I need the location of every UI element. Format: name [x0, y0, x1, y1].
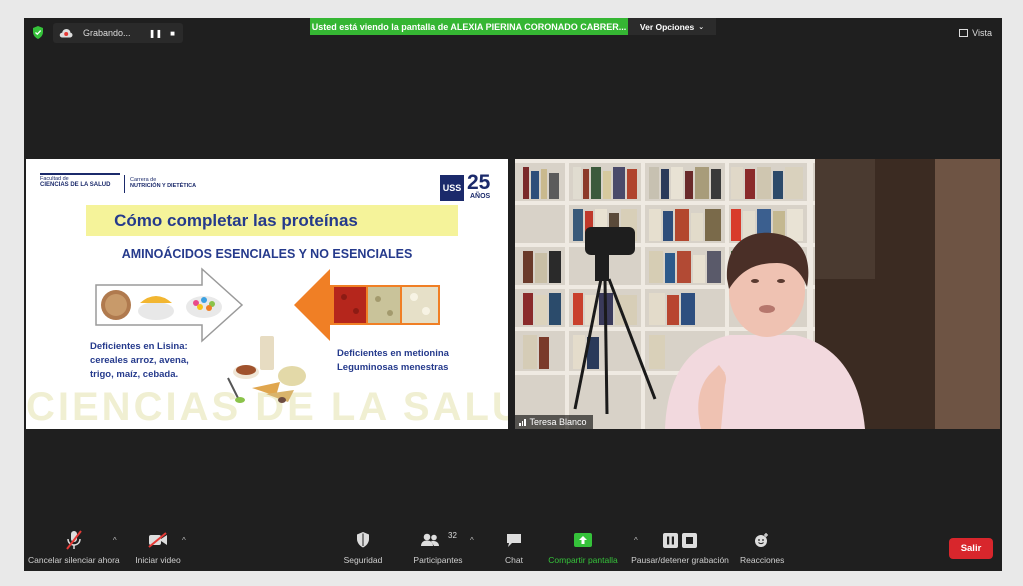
view-label: Vista	[972, 28, 992, 38]
view-options-button[interactable]: Ver Opciones ⌄	[628, 18, 716, 35]
reactions-button[interactable]: Reacciones	[740, 529, 784, 565]
cloud-record-icon	[59, 29, 73, 38]
video-frame-image	[515, 159, 1000, 429]
methionine-line-1: Deficientes en metionina	[337, 348, 449, 359]
chevron-down-icon: ⌄	[698, 23, 705, 31]
video-options-caret[interactable]: ^	[182, 536, 186, 545]
methionine-deficient-text: Deficientes en metionina Leguminosas men…	[337, 347, 449, 375]
video-label: Iniciar video	[135, 555, 181, 565]
participants-button[interactable]: 32 ^ Participantes	[412, 529, 473, 565]
stop-icon	[682, 532, 697, 548]
security-shield-icon[interactable]	[32, 26, 44, 39]
share-screen-icon	[574, 533, 592, 547]
leave-meeting-button[interactable]: Salir	[949, 538, 993, 559]
faculty-label: Facultad de CIENCIAS DE LA SALUD	[40, 176, 110, 188]
methionine-line-2: Leguminosas menestras	[337, 362, 449, 373]
security-label: Seguridad	[343, 555, 383, 565]
shared-screen-slide: Facultad de CIENCIAS DE LA SALUD Carrera…	[26, 159, 508, 429]
mute-options-caret[interactable]: ^	[113, 536, 117, 545]
participants-label: Participantes	[413, 555, 463, 565]
participant-name: Teresa Blanco	[529, 417, 587, 427]
start-video-button[interactable]: ^ Iniciar video	[134, 529, 186, 565]
view-options-label: Ver Opciones	[639, 21, 695, 32]
pause-recording-icon[interactable]: ❚❚	[149, 29, 162, 38]
security-button[interactable]: Seguridad	[343, 529, 383, 565]
meeting-toolbar: ^ Cancelar silenciar ahora ^ Iniciar vid…	[24, 529, 1002, 571]
slide-title: Cómo completar las proteínas	[114, 210, 358, 230]
anniversary-years: AÑOS	[470, 193, 491, 200]
left-arrow-legumes	[294, 269, 440, 341]
career-label: Carrera de NUTRICIÓN Y DIETÉTICA	[130, 177, 196, 189]
anniversary-number: 25	[467, 171, 491, 194]
smiley-icon	[755, 533, 769, 547]
chat-button[interactable]: Chat	[502, 529, 526, 565]
chat-label: Chat	[505, 555, 523, 565]
recording-label: Grabando...	[83, 28, 131, 38]
share-label: Compartir pantalla	[548, 555, 618, 565]
view-button[interactable]: Vista	[959, 28, 992, 38]
participants-count: 32	[448, 531, 457, 540]
recording-controls-label: Pausar/detener grabación	[631, 555, 729, 565]
video-off-icon	[148, 532, 167, 548]
recording-indicator: Grabando... ❚❚ ■	[53, 23, 183, 43]
grid-view-icon	[959, 29, 969, 37]
mute-label: Cancelar silenciar ahora	[28, 555, 120, 565]
recording-controls-button[interactable]: Pausar/detener grabación	[630, 529, 730, 565]
lysine-line-2: cereales arroz, avena,	[90, 355, 189, 366]
participant-name-tag: Teresa Blanco	[515, 415, 593, 429]
lysine-deficient-text: Deficientes en Lisina: cereales arroz, a…	[90, 340, 189, 382]
microphone-muted-icon	[66, 530, 82, 550]
participants-options-caret[interactable]: ^	[470, 536, 474, 545]
share-screen-button[interactable]: ^ Compartir pantalla	[546, 529, 638, 565]
food-illustration	[227, 336, 306, 403]
signal-strength-icon	[519, 418, 526, 426]
right-arrow-cereals	[95, 267, 244, 343]
reactions-label: Reacciones	[740, 555, 785, 565]
career-name: NUTRICIÓN Y DIETÉTICA	[130, 183, 197, 189]
header-line	[40, 173, 120, 175]
lysine-line-3: trigo, maíz, cebada.	[90, 369, 179, 380]
lysine-line-1: Deficientes en Lisina:	[90, 341, 188, 352]
participant-video[interactable]: Teresa Blanco	[515, 159, 1000, 429]
slide-subtitle: AMINOÁCIDOS ESENCIALES Y NO ESENCIALES	[121, 247, 413, 261]
mute-button[interactable]: ^ Cancelar silenciar ahora	[28, 529, 120, 565]
stop-recording-icon[interactable]: ■	[170, 29, 175, 38]
shield-icon	[357, 532, 369, 548]
header-separator	[124, 175, 125, 193]
participants-icon	[421, 533, 439, 546]
university-logo: USS	[440, 175, 464, 201]
chat-icon	[507, 533, 521, 547]
zoom-meeting-window: Grabando... ❚❚ ■ Usted está viendo la pa…	[24, 18, 1002, 571]
screen-share-banner: Usted está viendo la pantalla de ALEXIA …	[310, 18, 628, 35]
pause-icon	[663, 532, 678, 548]
faculty-name: CIENCIAS DE LA SALUD	[40, 182, 111, 188]
